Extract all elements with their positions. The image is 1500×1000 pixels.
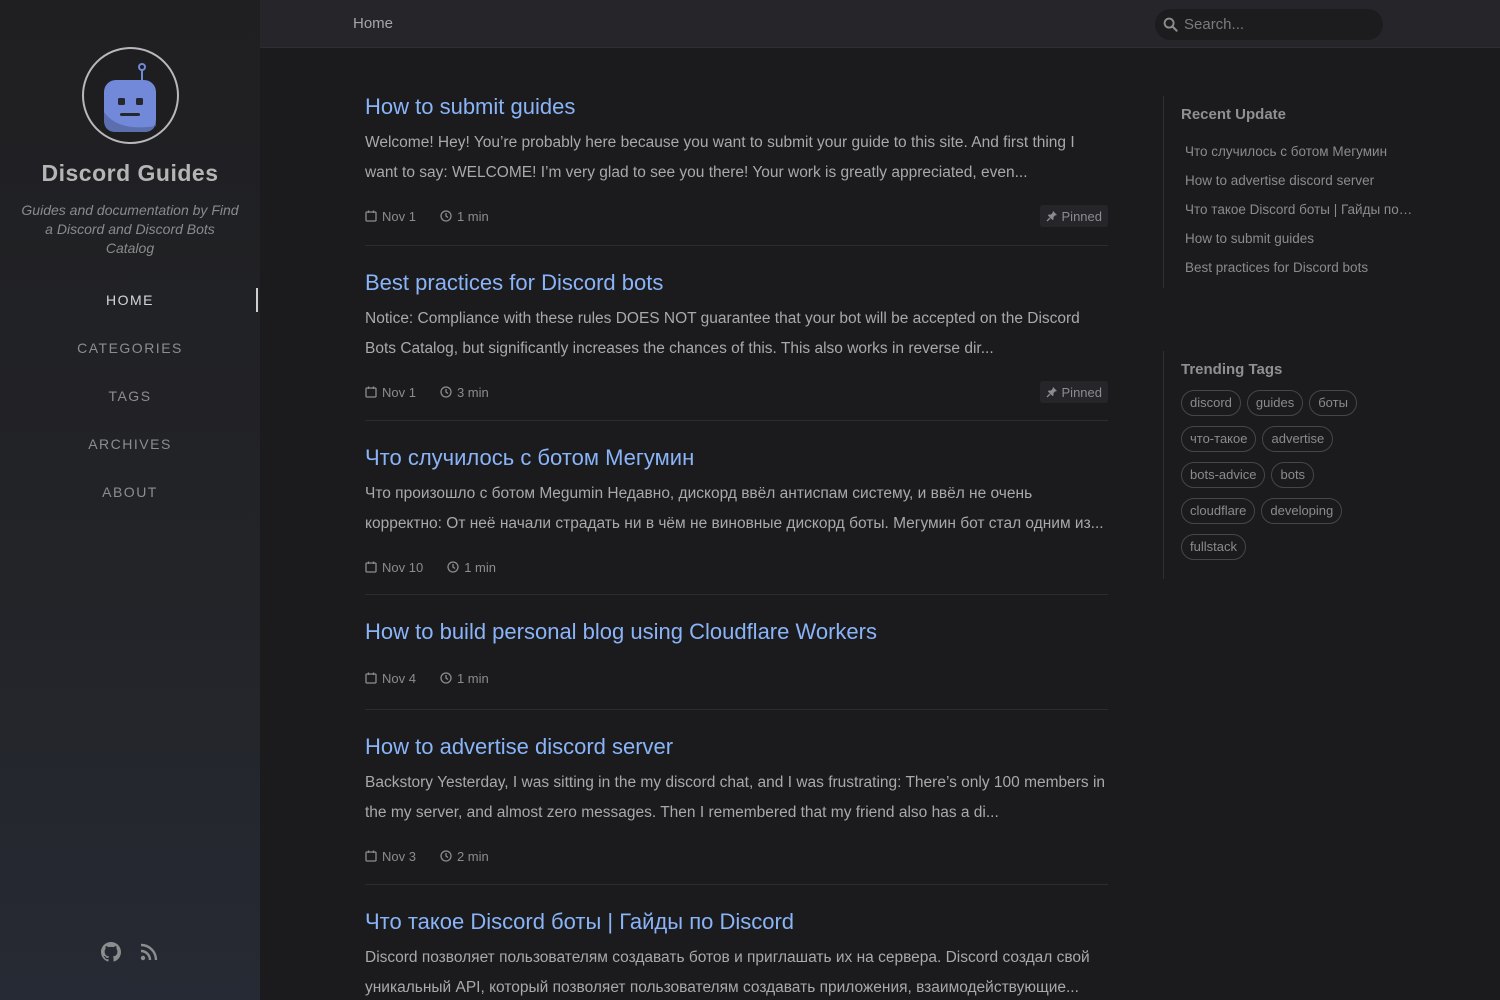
post-card[interactable]: How to advertise discord server Backstor… [365, 710, 1108, 885]
post-excerpt: Discord позволяет пользователям создават… [365, 949, 1090, 996]
recent-updates-section: Recent Update Что случилось с ботом Мегу… [1163, 96, 1423, 288]
post-list: How to submit guides Welcome! Hey! You’r… [365, 48, 1108, 1000]
post-card[interactable]: Что случилось с ботом Мегумин Что произо… [365, 421, 1108, 595]
tag-fullstack[interactable]: fullstack [1181, 534, 1246, 560]
rss-icon[interactable] [139, 942, 159, 962]
search-box[interactable] [1155, 9, 1383, 40]
pin-icon [1046, 211, 1057, 222]
tag-bots-advice[interactable]: bots-advice [1181, 462, 1266, 488]
nav-item-categories[interactable]: CATEGORIES [0, 324, 260, 372]
post-card[interactable]: Best practices for Discord bots Notice: … [365, 246, 1108, 421]
post-meta: Nov 1 3 min Pinned [365, 381, 1108, 403]
recent-update-link[interactable]: How to advertise discord server [1185, 166, 1413, 195]
tag-bots[interactable]: bots [1271, 462, 1315, 488]
post-read-time: 1 min [456, 208, 489, 224]
post-read-time: 1 min [456, 670, 489, 686]
calendar-icon [365, 210, 377, 222]
post-title[interactable]: Что случилось с ботом Мегумин [365, 445, 1108, 471]
calendar-icon [365, 386, 377, 398]
post-date: Nov 4 [382, 670, 416, 686]
site-subtitle: Guides and documentation by Find a Disco… [21, 202, 239, 256]
recent-update-link[interactable]: Что случилось с ботом Мегумин [1185, 137, 1413, 166]
clock-icon [440, 850, 452, 862]
nav-item-home[interactable]: HOME [0, 276, 260, 324]
search-icon [1163, 17, 1178, 32]
breadcrumb: Home [353, 15, 394, 32]
post-read-time: 1 min [464, 559, 496, 575]
clock-icon [440, 210, 452, 222]
discord-bot-logo [104, 62, 156, 132]
post-card[interactable]: How to build personal blog using Cloudfl… [365, 595, 1108, 710]
tag-advertise[interactable]: advertise [1262, 426, 1334, 452]
sidebar-bottom-icons [0, 942, 260, 962]
pinned-label: Pinned [1061, 384, 1102, 400]
github-icon[interactable] [101, 942, 121, 962]
pin-icon [1046, 387, 1057, 398]
post-date: Nov 1 [382, 384, 416, 400]
nav-item-about[interactable]: ABOUT [0, 468, 260, 516]
post-title[interactable]: How to submit guides [365, 94, 1108, 120]
calendar-icon [365, 672, 377, 684]
sidebar: Discord Guides Guides and documentation … [0, 0, 260, 1000]
nav-item-tags[interactable]: TAGS [0, 372, 260, 420]
calendar-icon [365, 850, 377, 862]
tag-cloud: discord guides боты что-такое advertise … [1181, 390, 1361, 560]
recent-update-link[interactable]: Best practices for Discord bots [1185, 253, 1413, 282]
calendar-icon [365, 561, 377, 573]
tag-guides[interactable]: guides [1246, 390, 1304, 416]
post-title[interactable]: Best practices for Discord bots [365, 270, 1108, 296]
site-title[interactable]: Discord Guides [42, 160, 219, 187]
recent-update-link[interactable]: Что такое Discord боты | Гайды по Discor… [1185, 195, 1413, 224]
post-read-time: 2 min [456, 848, 489, 864]
tag-developing[interactable]: developing [1261, 498, 1343, 524]
clock-icon [440, 386, 452, 398]
post-date: Nov 3 [382, 848, 416, 864]
post-excerpt: Welcome! Hey! You’re probably here becau… [365, 134, 1075, 181]
post-date: Nov 1 [382, 208, 416, 224]
post-excerpt: Backstory Yesterday, I was sitting in th… [365, 774, 1106, 821]
post-meta: Nov 4 1 min [365, 667, 1108, 689]
tag-boty[interactable]: боты [1309, 390, 1357, 416]
post-read-time: 3 min [456, 384, 489, 400]
search-input[interactable] [1184, 16, 1364, 33]
post-date: Nov 10 [382, 559, 424, 575]
clock-icon [447, 561, 459, 573]
site-avatar[interactable] [81, 47, 179, 144]
tag-chto-takoe[interactable]: что-такое [1181, 426, 1257, 452]
post-meta: Nov 3 2 min [365, 845, 1108, 867]
recent-update-link[interactable]: How to submit guides [1185, 224, 1413, 253]
trending-tags-section: Trending Tags discord guides боты что-та… [1163, 351, 1423, 579]
nav-item-archives[interactable]: ARCHIVES [0, 420, 260, 468]
post-title[interactable]: How to build personal blog using Cloudfl… [365, 619, 1108, 645]
post-title[interactable]: How to advertise discord server [365, 734, 1108, 760]
pinned-label: Pinned [1061, 208, 1102, 224]
sidebar-nav: HOME CATEGORIES TAGS ARCHIVES ABOUT [0, 276, 260, 516]
recent-updates-heading: Recent Update [1181, 106, 1287, 123]
right-panel: Recent Update Что случилось с ботом Мегу… [1163, 96, 1423, 579]
pinned-badge: Pinned [1039, 205, 1108, 227]
recent-updates-list: Что случилось с ботом Мегумин How to adv… [1181, 137, 1423, 282]
tag-cloudflare[interactable]: cloudflare [1181, 498, 1256, 524]
post-card[interactable]: How to submit guides Welcome! Hey! You’r… [365, 48, 1108, 246]
clock-icon [440, 672, 452, 684]
post-meta: Nov 10 1 min [365, 556, 1108, 578]
post-title[interactable]: Что такое Discord боты | Гайды по Discor… [365, 909, 1108, 935]
post-excerpt: Что произошло с ботом Megumin Недавно, д… [365, 485, 1104, 532]
post-excerpt: Notice: Compliance with these rules DOES… [365, 310, 1080, 357]
trending-tags-heading: Trending Tags [1181, 361, 1283, 378]
post-card[interactable]: Что такое Discord боты | Гайды по Discor… [365, 885, 1108, 1000]
topbar: Home [260, 0, 1500, 48]
post-meta: Nov 1 1 min Pinned [365, 205, 1108, 227]
tag-discord[interactable]: discord [1181, 390, 1241, 416]
pinned-badge: Pinned [1039, 381, 1108, 403]
